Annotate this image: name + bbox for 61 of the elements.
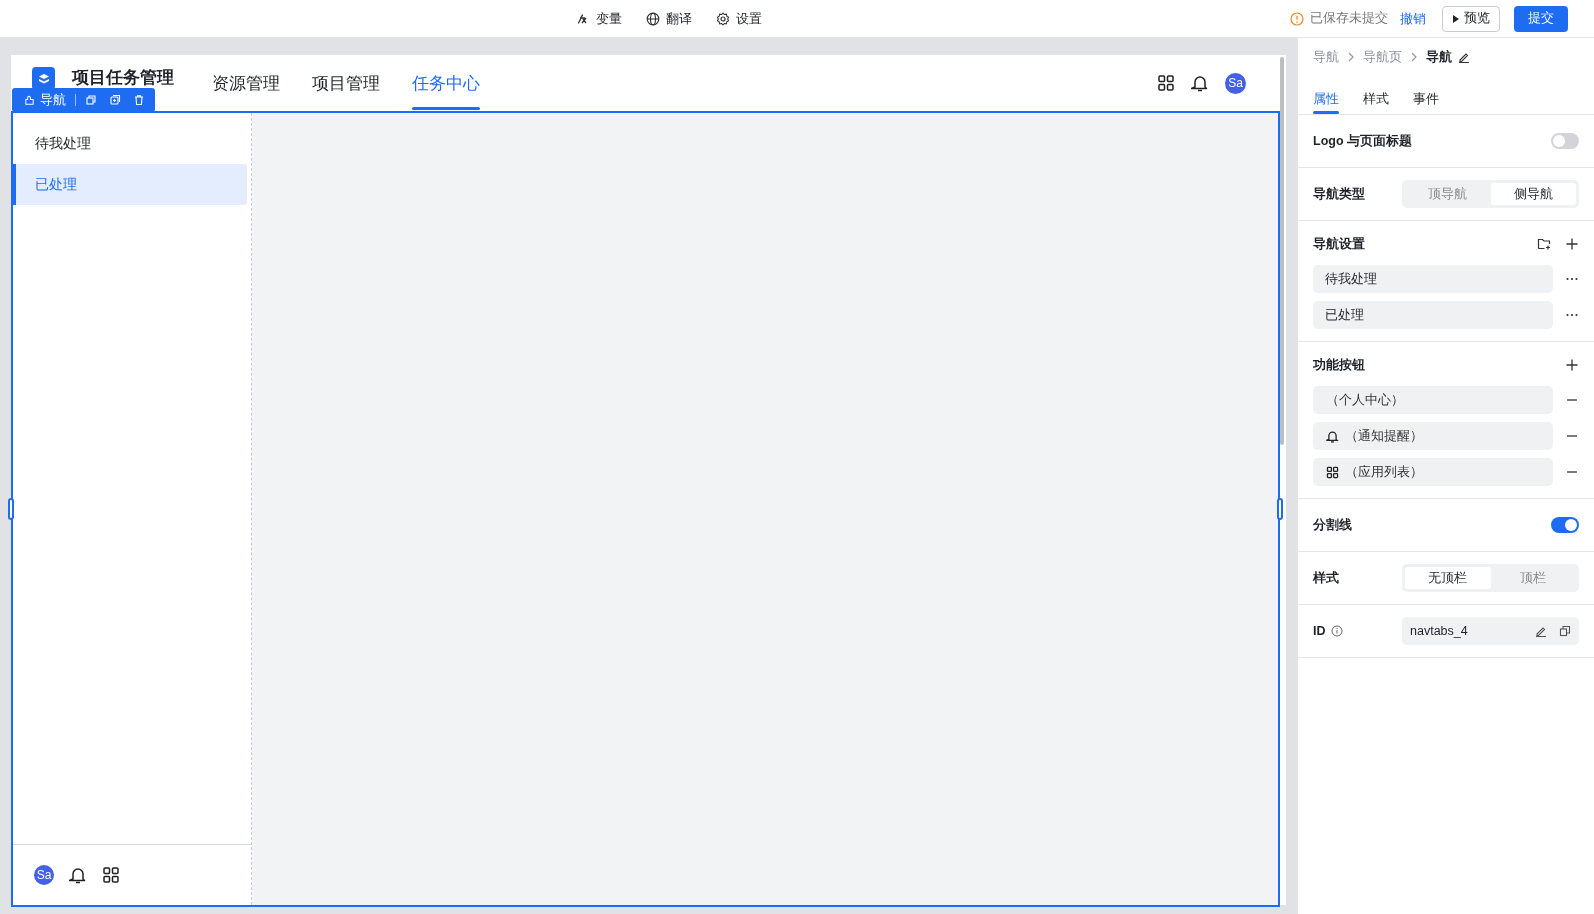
setting-label: 导航类型 bbox=[1313, 185, 1365, 203]
sidebar-item[interactable]: 已处理 bbox=[13, 164, 247, 205]
grid-icon[interactable] bbox=[1157, 74, 1175, 92]
app-title: 项目任务管理 bbox=[72, 67, 174, 89]
toolbar-button[interactable]: 翻译 bbox=[646, 9, 692, 28]
setting-label: 导航设置 bbox=[1313, 235, 1365, 253]
submit-button[interactable]: 提交 bbox=[1514, 5, 1568, 32]
nav-tab[interactable]: 项目管理 bbox=[312, 55, 380, 111]
play-icon bbox=[1452, 13, 1460, 24]
segment-option[interactable]: 无顶栏 bbox=[1405, 567, 1491, 589]
nav-item-field[interactable]: 已处理 bbox=[1313, 301, 1553, 329]
resize-handle[interactable] bbox=[8, 498, 14, 520]
user-avatar[interactable]: Sa bbox=[34, 865, 54, 885]
nav-item-field[interactable]: 待我处理 bbox=[1313, 265, 1553, 293]
undo-link[interactable]: 撤销 bbox=[1400, 9, 1426, 28]
toolbar-button[interactable]: 变量 bbox=[576, 9, 622, 28]
copy-icon[interactable] bbox=[1559, 625, 1571, 637]
bell-icon bbox=[1326, 429, 1339, 443]
nav-tab[interactable]: 资源管理 bbox=[212, 55, 280, 111]
function-button-item[interactable]: （通知提醒） bbox=[1313, 422, 1553, 450]
save-status: 已保存未提交 bbox=[1310, 10, 1388, 27]
breadcrumb-item[interactable]: 导航 bbox=[1313, 48, 1339, 66]
settings-icon bbox=[716, 11, 730, 26]
delete-icon[interactable] bbox=[133, 94, 145, 106]
bell-icon[interactable] bbox=[69, 866, 87, 884]
plus-icon[interactable] bbox=[1565, 237, 1579, 251]
setting-label: ID bbox=[1313, 624, 1326, 638]
grid-icon bbox=[1326, 465, 1339, 479]
preview-button[interactable]: 预览 bbox=[1442, 5, 1500, 32]
panel-tab[interactable]: 事件 bbox=[1413, 80, 1439, 114]
toggle-switch[interactable] bbox=[1551, 133, 1579, 149]
panel-tab[interactable]: 属性 bbox=[1313, 80, 1339, 114]
setting-label: 功能按钮 bbox=[1313, 356, 1365, 374]
scrollbar[interactable] bbox=[1280, 57, 1284, 445]
breadcrumb-item[interactable]: 导航 bbox=[1426, 48, 1452, 66]
toggle-switch[interactable] bbox=[1551, 517, 1579, 533]
function-button-item[interactable]: （应用列表） bbox=[1313, 458, 1553, 486]
info-icon bbox=[1330, 625, 1343, 637]
segment-option[interactable]: 侧导航 bbox=[1490, 183, 1576, 205]
copy-icon[interactable] bbox=[85, 94, 97, 106]
duplicate-icon[interactable] bbox=[109, 94, 121, 106]
add-folder-icon[interactable] bbox=[1537, 237, 1551, 251]
edit-icon[interactable] bbox=[1535, 625, 1547, 637]
edit-icon[interactable] bbox=[1458, 51, 1470, 63]
resize-handle[interactable] bbox=[1277, 498, 1283, 520]
setting-label: Logo 与页面标题 bbox=[1313, 132, 1412, 150]
id-field[interactable]: navtabs_4 bbox=[1402, 617, 1579, 645]
nav-tab[interactable]: 任务中心 bbox=[412, 55, 480, 111]
toolbar-button[interactable]: 设置 bbox=[716, 9, 762, 28]
bell-icon[interactable] bbox=[1191, 74, 1209, 92]
panel-tab[interactable]: 样式 bbox=[1363, 80, 1389, 114]
sidebar-item[interactable]: 待我处理 bbox=[13, 123, 247, 164]
grid-icon[interactable] bbox=[102, 866, 120, 884]
plus-icon[interactable] bbox=[1565, 358, 1579, 372]
setting-label: 样式 bbox=[1313, 569, 1339, 587]
setting-label: 分割线 bbox=[1313, 516, 1352, 534]
user-avatar[interactable]: Sa bbox=[1225, 72, 1246, 94]
warning-icon bbox=[1290, 11, 1304, 26]
component-label: 导航 bbox=[24, 91, 66, 109]
globe-icon bbox=[646, 11, 660, 26]
function-button-item[interactable]: （个人中心） bbox=[1313, 386, 1553, 414]
